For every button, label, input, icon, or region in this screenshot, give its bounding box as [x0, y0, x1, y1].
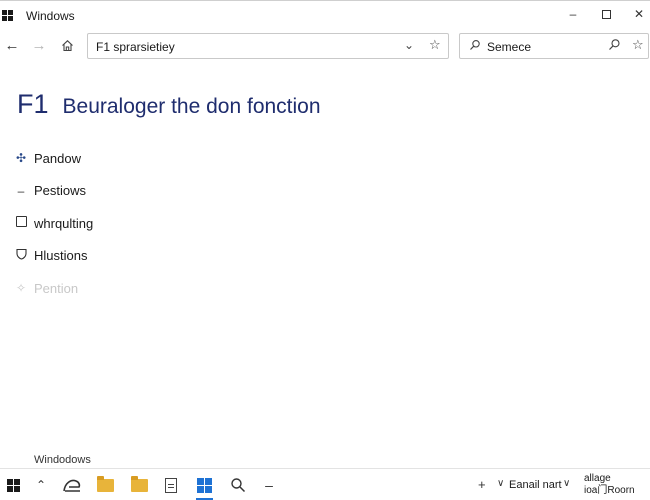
arrow-right-icon: →: [31, 36, 47, 54]
page-title-code: F1: [17, 89, 49, 119]
minimize-button[interactable]: –: [556, 1, 590, 27]
clock-line-1: allage: [584, 473, 611, 484]
back-button[interactable]: ←: [1, 34, 23, 56]
list-item-label: whrqulting: [34, 215, 94, 231]
list-item-label: Pandow: [34, 150, 81, 166]
add-icon[interactable]: +: [478, 477, 486, 492]
windows-logo-icon: [2, 10, 13, 21]
taskbar-browser-button[interactable]: [59, 473, 85, 497]
search-box[interactable]: Semece ☆: [459, 33, 649, 59]
taskbar-chevron-button[interactable]: ⌃: [28, 473, 54, 497]
windows-start-icon: [6, 478, 20, 492]
list-item-label: Pention: [34, 280, 79, 296]
home-icon: [61, 39, 73, 51]
maximize-button[interactable]: [589, 1, 623, 27]
clock-line-2: ioa门Roorn: [584, 485, 635, 496]
list-item-hlustions[interactable]: Hlustions: [12, 245, 312, 267]
square-icon: [12, 216, 30, 230]
forward-button[interactable]: →: [28, 34, 50, 56]
system-clock[interactable]: allage ioa门Roorn: [584, 473, 635, 497]
page-title-text: Beuraloger the don fonction: [62, 95, 321, 118]
title-bar[interactable]: Windows – ✕: [0, 1, 650, 29]
chevron-up-icon: ⌃: [35, 478, 47, 492]
home-button[interactable]: [56, 34, 78, 56]
folder-icon: [96, 475, 114, 492]
list-item-pention: ✧ Pention: [12, 277, 312, 299]
chevron-down-icon[interactable]: ∨: [563, 478, 570, 489]
search-icon: [470, 40, 480, 50]
folder-icon: [130, 475, 148, 492]
browser-icon: [63, 479, 81, 492]
search-input[interactable]: Semece: [487, 40, 531, 54]
navigation-bar: ← → F1 sprarsietiey ⌄ ☆ Semece ☆: [0, 31, 650, 61]
chevron-down-icon[interactable]: ⌄: [404, 38, 414, 52]
taskbar-windows-button[interactable]: [191, 473, 217, 497]
search-submit-icon[interactable]: [608, 38, 621, 51]
close-button[interactable]: ✕: [622, 1, 650, 27]
taskbar-document-button[interactable]: [158, 473, 184, 497]
document-icon: [165, 477, 177, 493]
favorites-star-icon[interactable]: ☆: [632, 37, 644, 53]
plus-arrows-icon: ✣: [15, 151, 27, 165]
list-item-label: Pestiows: [34, 183, 87, 198]
minus-icon: –: [17, 183, 25, 198]
address-bar[interactable]: F1 sprarsietiey ⌄ ☆: [87, 33, 449, 59]
taskbar-search-button[interactable]: [225, 473, 251, 497]
chevron-down-icon[interactable]: ∨: [497, 478, 504, 489]
browser-window: Windows – ✕ ← → F1 sprarsietiey ⌄ ☆ Seme…: [0, 0, 650, 468]
shield-icon: [12, 248, 30, 263]
taskbar: ⌃ – + ∨ Eanail nart ∨ allage ioa门Roorn: [0, 468, 650, 500]
maximize-icon: [601, 9, 611, 19]
sparkle-icon: ✧: [15, 281, 27, 295]
list-item-label: Hlustions: [34, 248, 88, 263]
list-item-pandow[interactable]: ✣ Pandow: [12, 147, 312, 169]
windows-blue-icon: [196, 477, 212, 493]
minus-icon: –: [265, 477, 273, 493]
taskbar-dash-button[interactable]: –: [256, 473, 282, 497]
taskbar-folder-button[interactable]: [92, 473, 118, 497]
status-text: Windodows: [34, 454, 91, 466]
page-title: F1 Beuraloger the don fonction: [17, 89, 321, 120]
option-list: ✣ Pandow – Pestiows whrqulting Hlustions…: [12, 147, 312, 310]
window-title: Windows: [26, 9, 75, 23]
list-item-whrqulting[interactable]: whrqulting: [12, 212, 312, 234]
taskbar-folder2-button[interactable]: [126, 473, 152, 497]
start-button[interactable]: [0, 473, 26, 497]
list-item-pestiows[interactable]: – Pestiows: [12, 180, 312, 202]
arrow-left-icon: ←: [4, 36, 20, 54]
address-input[interactable]: F1 sprarsietiey: [96, 40, 175, 54]
star-icon[interactable]: ☆: [429, 37, 441, 53]
search-icon: [231, 478, 246, 493]
tray-label[interactable]: Eanail nart: [509, 479, 562, 491]
